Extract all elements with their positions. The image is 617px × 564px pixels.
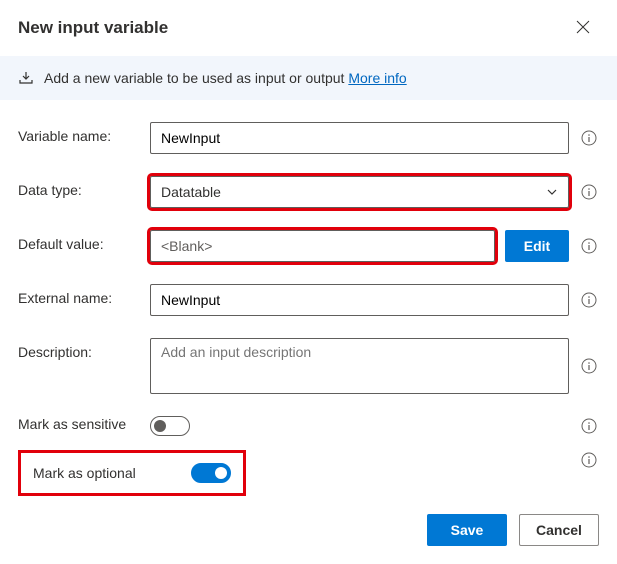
row-mark-sensitive: Mark as sensitive: [18, 416, 599, 436]
info-icon[interactable]: [579, 450, 599, 470]
default-value-text: <Blank>: [161, 238, 212, 254]
dialog-title: New input variable: [18, 18, 168, 38]
mark-sensitive-toggle[interactable]: [150, 416, 190, 436]
label-external-name: External name:: [18, 284, 138, 306]
dialog-footer: Save Cancel: [0, 496, 617, 564]
info-banner: Add a new variable to be used as input o…: [0, 56, 617, 100]
info-icon[interactable]: [579, 236, 599, 256]
row-variable-name: Variable name:: [18, 122, 599, 154]
info-icon[interactable]: [579, 356, 599, 376]
row-data-type: Data type: Datatable: [18, 176, 599, 208]
label-data-type: Data type:: [18, 176, 138, 198]
external-name-input[interactable]: [150, 284, 569, 316]
info-icon[interactable]: [579, 128, 599, 148]
label-mark-sensitive: Mark as sensitive: [18, 416, 138, 432]
save-button[interactable]: Save: [427, 514, 507, 546]
cancel-button[interactable]: Cancel: [519, 514, 599, 546]
info-icon[interactable]: [579, 290, 599, 310]
data-type-select[interactable]: Datatable: [150, 176, 569, 208]
chevron-down-icon: [546, 186, 558, 198]
data-type-value: Datatable: [161, 184, 221, 200]
label-default-value: Default value:: [18, 230, 138, 252]
banner-text: Add a new variable to be used as input o…: [44, 70, 407, 86]
more-info-link[interactable]: More info: [348, 70, 406, 86]
highlight-mark-optional: Mark as optional: [18, 450, 246, 496]
import-icon: [18, 70, 34, 86]
dialog-header: New input variable: [0, 0, 617, 56]
label-description: Description:: [18, 338, 138, 360]
row-default-value: Default value: <Blank> Edit: [18, 230, 599, 262]
description-textarea[interactable]: [150, 338, 569, 394]
label-mark-optional: Mark as optional: [33, 465, 136, 481]
edit-button[interactable]: Edit: [505, 230, 569, 262]
row-description: Description:: [18, 338, 599, 394]
row-mark-optional: Mark as optional: [18, 450, 599, 496]
info-icon[interactable]: [579, 182, 599, 202]
new-input-variable-dialog: New input variable Add a new variable to…: [0, 0, 617, 530]
close-button[interactable]: [567, 12, 599, 44]
form-body: Variable name: Data type: Datatable: [0, 100, 617, 496]
close-icon: [576, 20, 590, 37]
label-variable-name: Variable name:: [18, 122, 138, 144]
default-value-field[interactable]: <Blank>: [150, 230, 495, 262]
info-icon[interactable]: [579, 416, 599, 436]
mark-optional-toggle[interactable]: [191, 463, 231, 483]
variable-name-input[interactable]: [150, 122, 569, 154]
row-external-name: External name:: [18, 284, 599, 316]
